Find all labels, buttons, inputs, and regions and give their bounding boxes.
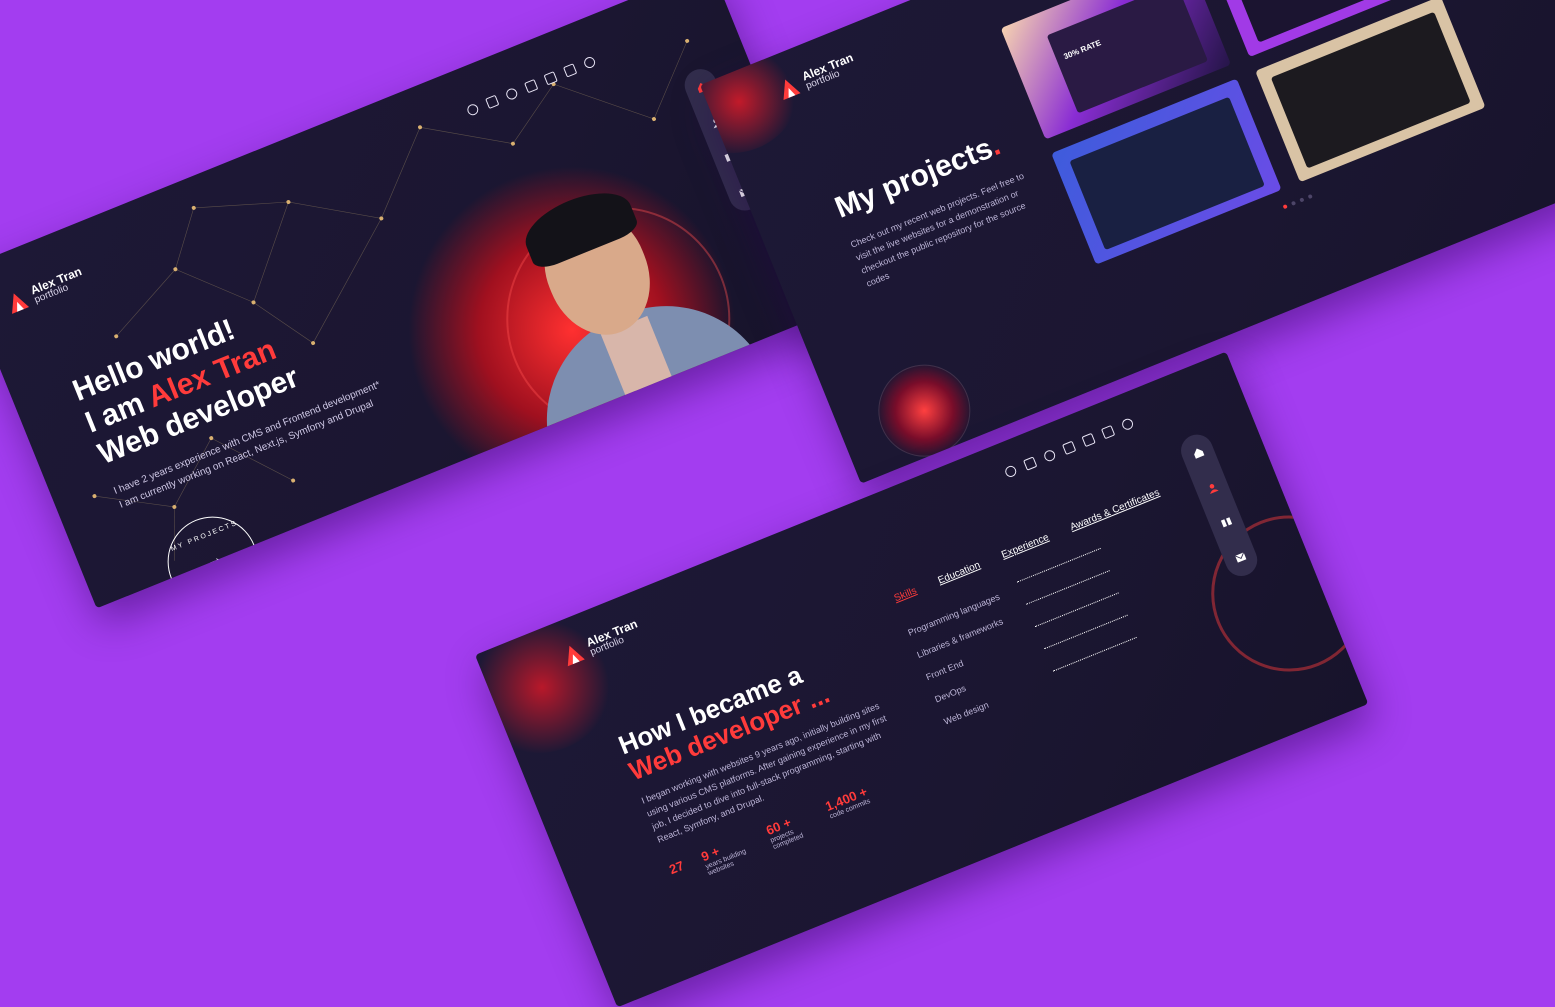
brand-logo[interactable]: Alex Tran portfolio	[559, 617, 643, 668]
stat-item: 60 + projects completed	[764, 808, 816, 851]
stat-item: 9 + years building websites	[699, 832, 756, 877]
logo-icon	[567, 645, 585, 667]
stat-item: 27	[667, 858, 691, 890]
carousel-dot[interactable]	[1307, 193, 1313, 200]
stat-item: 1,400 + code commits	[823, 784, 874, 827]
about-sidenav	[1176, 429, 1263, 581]
brand-logo[interactable]: Alex Tran portfolio	[774, 50, 858, 102]
dribbble-alt-icon[interactable]	[1120, 417, 1135, 432]
carousel-dot[interactable]	[1290, 200, 1297, 206]
arrow-icon: →	[203, 548, 225, 571]
carousel-dot-active[interactable]	[1282, 204, 1288, 210]
codepen-icon[interactable]	[1042, 448, 1057, 463]
github-icon[interactable]	[1003, 464, 1018, 479]
badge-text-bottom: MY PROJECTS	[189, 567, 259, 602]
tab-education[interactable]: Education	[937, 560, 982, 587]
logo-icon	[783, 79, 801, 100]
red-orb	[864, 350, 985, 471]
stat-value: 27	[666, 857, 687, 878]
projects-icon[interactable]	[1219, 516, 1233, 530]
dribbble-icon[interactable]	[1100, 424, 1116, 440]
tab-skills[interactable]: Skills	[893, 585, 919, 604]
carousel-dot[interactable]	[1299, 197, 1305, 203]
skills-list: Programming languages Libraries & framew…	[904, 543, 1144, 733]
mail-icon[interactable]	[1233, 550, 1247, 564]
tab-awards[interactable]: Awards & Certificates	[1069, 487, 1162, 533]
social-links	[1003, 417, 1135, 479]
home-icon[interactable]	[1191, 446, 1205, 460]
carousel-dots	[1282, 193, 1313, 210]
linkedin-icon[interactable]	[1023, 456, 1038, 471]
card-3-preview	[1069, 96, 1265, 251]
behance-icon[interactable]	[1081, 432, 1096, 448]
tab-experience[interactable]: Experience	[1000, 532, 1051, 561]
instagram-icon[interactable]	[1062, 440, 1077, 455]
user-icon[interactable]	[1205, 481, 1219, 495]
